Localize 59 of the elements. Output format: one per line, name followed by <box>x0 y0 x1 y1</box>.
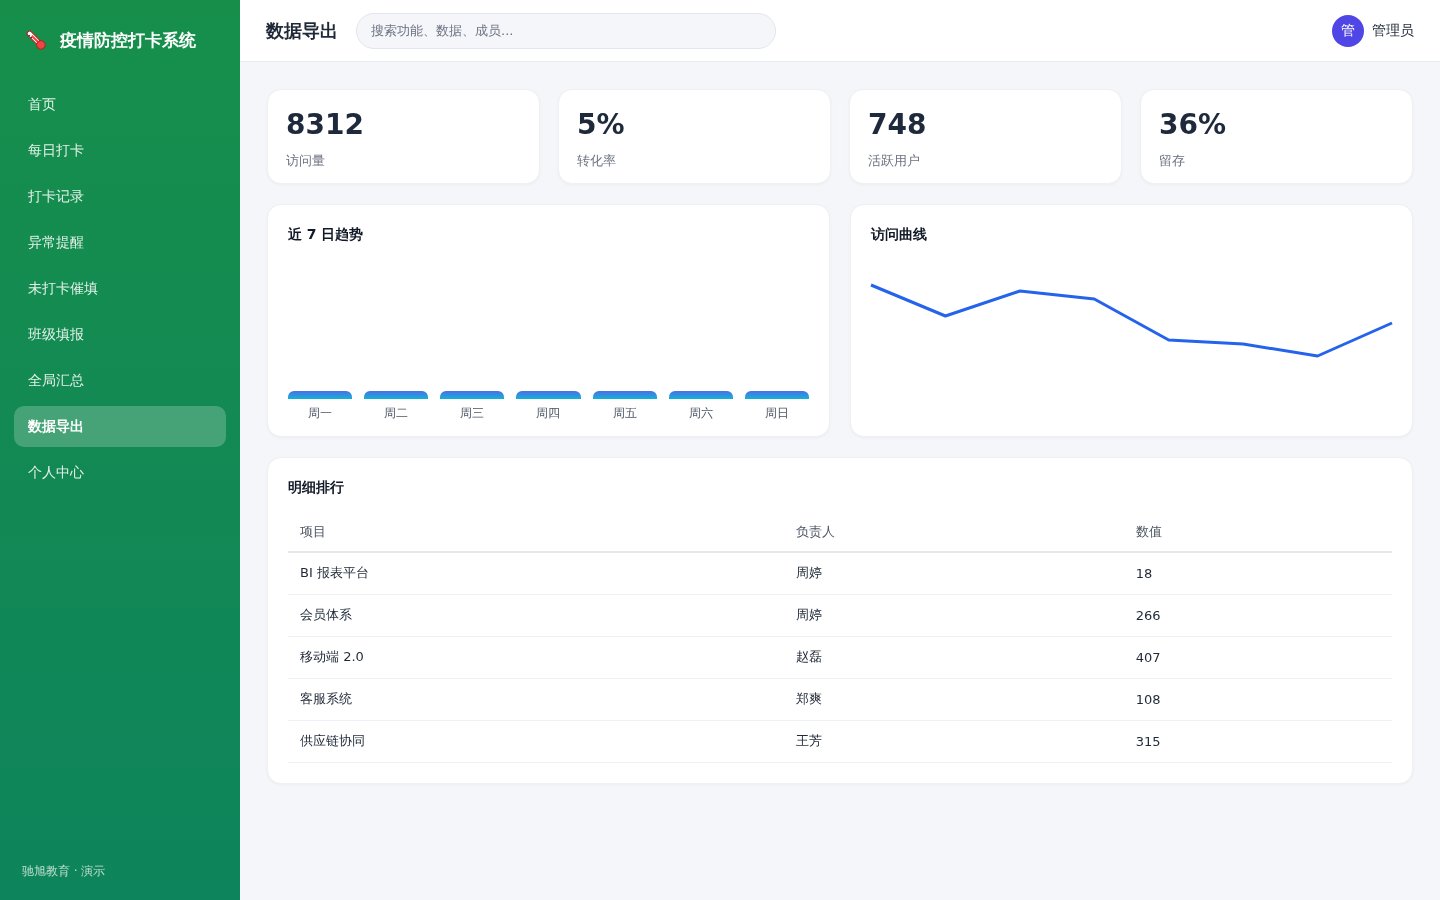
bar-label: 周日 <box>763 406 790 420</box>
nav-item[interactable]: 每日打卡 <box>14 130 226 171</box>
bar-label: 周二 <box>383 406 410 420</box>
table-cell: 266 <box>1123 594 1392 636</box>
table-cell: 客服系统 <box>288 678 784 720</box>
card-title: 近 7 日趋势 <box>288 225 365 243</box>
nav-item[interactable]: 数据导出 <box>14 406 226 447</box>
table-cell: 315 <box>1123 720 1392 762</box>
table-cell: 郑爽 <box>783 678 1124 720</box>
stat-label: 转化率 <box>577 152 617 170</box>
column-header: 项目 <box>288 512 784 552</box>
nav-item[interactable]: 全局汇总 <box>14 360 226 401</box>
bar-label: 周三 <box>459 406 486 420</box>
page-title: 数据导出 <box>266 18 338 43</box>
bar-label: 周四 <box>535 406 562 420</box>
bar-label: 周六 <box>687 406 714 420</box>
user-avatar[interactable]: 管 <box>1332 14 1364 47</box>
table-cell: 108 <box>1123 678 1392 720</box>
table-cell: 18 <box>1123 552 1392 594</box>
stat-label: 访问量 <box>286 152 326 170</box>
chart-bar <box>592 391 657 399</box>
stat-label: 活跃用户 <box>868 152 921 170</box>
table-cell: 供应链协同 <box>288 720 784 762</box>
thermometer-icon <box>24 28 48 52</box>
bar-label: 周五 <box>611 406 638 420</box>
chart-bar <box>288 391 353 399</box>
nav-item[interactable]: 异常提醒 <box>14 222 226 263</box>
table-cell: 移动端 2.0 <box>288 636 784 678</box>
chart-bar <box>668 391 733 399</box>
chart-bar <box>744 391 809 399</box>
stat-value: 5% <box>577 108 626 142</box>
table-cell: 会员体系 <box>288 594 784 636</box>
stat-label: 留存 <box>1159 152 1186 170</box>
nav-item[interactable]: 个人中心 <box>14 452 226 493</box>
card-title: 访问曲线 <box>871 225 928 243</box>
table-cell: 周婷 <box>783 552 1124 594</box>
stat-value: 8312 <box>286 108 365 142</box>
stat-value: 36% <box>1159 108 1228 142</box>
chart-bar <box>364 391 429 399</box>
user-name: 管理员 <box>1372 21 1414 40</box>
search-field[interactable]: 搜索功能、数据、成员... <box>356 12 776 49</box>
sidebar-footer: 驰旭教育 · 演示 <box>14 863 226 880</box>
stat-value: 748 <box>868 108 928 142</box>
column-header: 负责人 <box>783 512 1124 552</box>
chart-bar <box>516 391 581 399</box>
column-header: 数值 <box>1123 512 1392 552</box>
bar-label: 周一 <box>307 406 334 420</box>
table-cell: 407 <box>1123 636 1392 678</box>
table-cell: 周婷 <box>783 594 1124 636</box>
nav-item[interactable]: 未打卡催填 <box>14 268 226 309</box>
nav-item[interactable]: 首页 <box>14 84 226 125</box>
table-cell: 王芳 <box>783 720 1124 762</box>
table-cell: BI 报表平台 <box>288 552 784 594</box>
nav-item[interactable]: 班级填报 <box>14 314 226 355</box>
chart-bar <box>440 391 505 399</box>
app-title: 疫情防控打卡系统 <box>60 28 196 52</box>
nav-item[interactable]: 打卡记录 <box>14 176 226 217</box>
card-title: 明细排行 <box>288 478 345 496</box>
table-cell: 赵磊 <box>783 636 1124 678</box>
